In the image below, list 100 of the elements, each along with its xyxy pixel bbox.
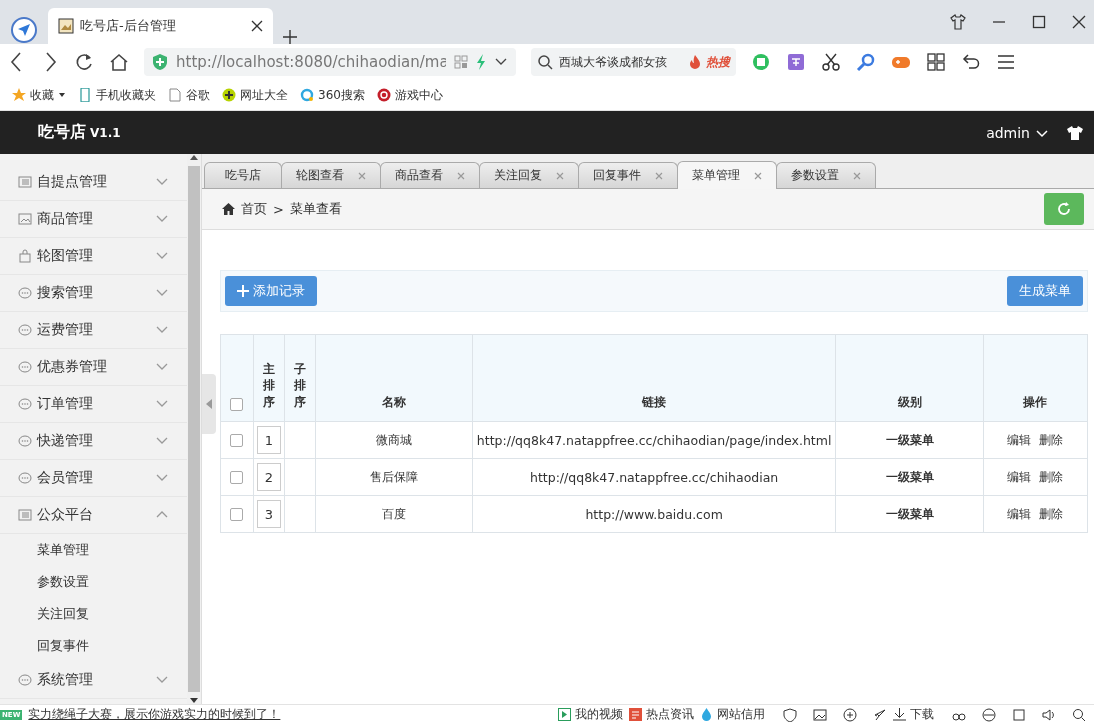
checkbox[interactable] (230, 507, 244, 521)
menu-icon[interactable] (996, 52, 1016, 72)
home-icon (222, 203, 235, 215)
page-tab[interactable]: 轮图查看 (281, 162, 381, 188)
table-cell: http://qq8k47.natappfree.cc/chihaodian (529, 469, 779, 485)
home-icon[interactable] (109, 52, 129, 72)
status-link[interactable]: 下载 (910, 706, 934, 723)
status-link[interactable]: 热点资讯 (646, 706, 694, 723)
speaker-icon[interactable] (1042, 707, 1056, 722)
order-field[interactable]: 3 (256, 500, 281, 528)
search-icon[interactable] (537, 54, 553, 70)
sidebar-subitem[interactable]: 参数设置 (0, 566, 187, 598)
table-cell: http://www.baidu.com (585, 506, 723, 522)
page-tab[interactable]: 菜单管理 (677, 161, 777, 189)
bookmark-link[interactable]: 手机收藏夹 (96, 86, 156, 104)
window-icon[interactable] (1012, 707, 1026, 722)
chat-bubble-icon (18, 434, 32, 448)
chat-bubble-icon (18, 360, 32, 374)
plus-icon[interactable] (283, 30, 297, 44)
tab-title: 吃号店-后台管理 (80, 17, 177, 35)
action-link[interactable]: 编辑 (1007, 431, 1032, 449)
plus-icon (237, 285, 249, 297)
sidebar-subitem[interactable]: 回复事件 (0, 630, 187, 662)
list-icon (18, 508, 32, 522)
table-cell: 一级菜单 (885, 432, 934, 447)
page-icon (168, 88, 182, 102)
download-icon (893, 708, 906, 721)
picture-icon (58, 18, 74, 34)
breadcrumb-separator: > (273, 201, 284, 217)
image-icon (18, 212, 32, 226)
chat-bubble-icon (18, 673, 32, 687)
shirt-icon[interactable] (950, 14, 966, 30)
action-link[interactable]: 删除 (1039, 505, 1064, 523)
news-link[interactable]: 实力绕绳子大赛，展示你游戏实力的时候到了！ (28, 706, 281, 723)
order-field[interactable]: 1 (256, 426, 281, 454)
maximize-icon[interactable] (1032, 15, 1046, 29)
search-icon[interactable] (1072, 707, 1086, 722)
chat-bubble-icon (18, 323, 32, 337)
checkbox[interactable] (230, 398, 244, 411)
table-cell: 售后保障 (369, 469, 418, 484)
chat-bubble-icon (18, 286, 32, 300)
shirt-icon[interactable] (1066, 124, 1084, 141)
sidebar-subitem[interactable]: 关注回复 (0, 598, 187, 630)
close-icon[interactable] (251, 20, 263, 32)
flame-icon (690, 55, 700, 69)
caret-icon[interactable] (58, 91, 66, 99)
bag-icon (18, 249, 32, 263)
column-header: 主排序 (262, 360, 275, 411)
close-icon[interactable] (1072, 15, 1086, 29)
page-tab[interactable]: 回复事件 (578, 162, 678, 188)
checkbox[interactable] (230, 470, 244, 484)
ring-icon (300, 88, 314, 102)
column-header: 链接 (642, 395, 667, 409)
refresh-icon (1057, 202, 1071, 216)
action-link[interactable]: 编辑 (1007, 505, 1032, 523)
checkbox[interactable] (230, 433, 244, 447)
browser-tab[interactable]: 吃号店-后台管理 (48, 8, 273, 44)
scissors-icon[interactable] (821, 52, 841, 72)
page-tab[interactable]: 商品查看 (380, 162, 480, 188)
action-link[interactable]: 删除 (1039, 431, 1064, 449)
page-tab[interactable]: 关注回复 (479, 162, 579, 188)
play-icon (558, 708, 571, 721)
status-link[interactable]: 我的视频 (575, 706, 623, 723)
action-link[interactable]: 删除 (1039, 468, 1064, 486)
bookmark-link[interactable]: 网址大全 (240, 86, 288, 104)
search-field[interactable]: 西城大爷谈成都女孩 热搜 (531, 48, 736, 76)
page-tab[interactable]: 参数设置 (776, 162, 876, 188)
breadcrumb-current: 菜单查看 (289, 200, 342, 218)
breadcrumb-link[interactable]: 首页 (241, 200, 267, 218)
grid-icon[interactable] (926, 52, 946, 72)
scrollbar[interactable] (187, 154, 201, 704)
disc-icon (376, 88, 391, 102)
chat-bubble-icon (18, 397, 32, 411)
bookmark-link[interactable]: 收藏 (30, 86, 54, 104)
compass-icon[interactable] (10, 16, 38, 44)
order-field[interactable]: 2 (256, 463, 281, 491)
table-cell: 百度 (381, 506, 406, 521)
search-text: 西城大爷谈成都女孩 (559, 53, 668, 71)
caret-left-icon (206, 399, 212, 409)
hot-label: 热搜 (706, 53, 730, 71)
bookmark-link[interactable]: 360搜索 (318, 86, 365, 104)
shield-icon[interactable] (783, 707, 797, 722)
page-tab[interactable]: 吃号店 (204, 162, 282, 188)
magnifier-icon[interactable] (856, 52, 876, 72)
bookmark-link[interactable]: 游戏中心 (394, 86, 443, 104)
bookmark-link[interactable]: 谷歌 (186, 86, 210, 104)
shield-icon (152, 53, 168, 71)
status-link[interactable]: 网站信用 (717, 706, 765, 723)
reload-icon[interactable] (74, 52, 94, 72)
qr-code-icon[interactable] (454, 55, 468, 69)
user-menu[interactable]: admin (986, 124, 1048, 141)
sidebar-subitem[interactable]: 菜单管理 (0, 534, 187, 566)
table-cell: 一级菜单 (885, 469, 934, 484)
plus-circle-icon[interactable] (843, 707, 857, 722)
translate-icon[interactable] (786, 52, 806, 72)
drop-icon (700, 708, 713, 721)
collapse-handle[interactable] (202, 374, 216, 434)
action-link[interactable]: 编辑 (1007, 468, 1032, 486)
image-icon[interactable] (813, 707, 827, 722)
undo-icon[interactable] (961, 52, 981, 72)
